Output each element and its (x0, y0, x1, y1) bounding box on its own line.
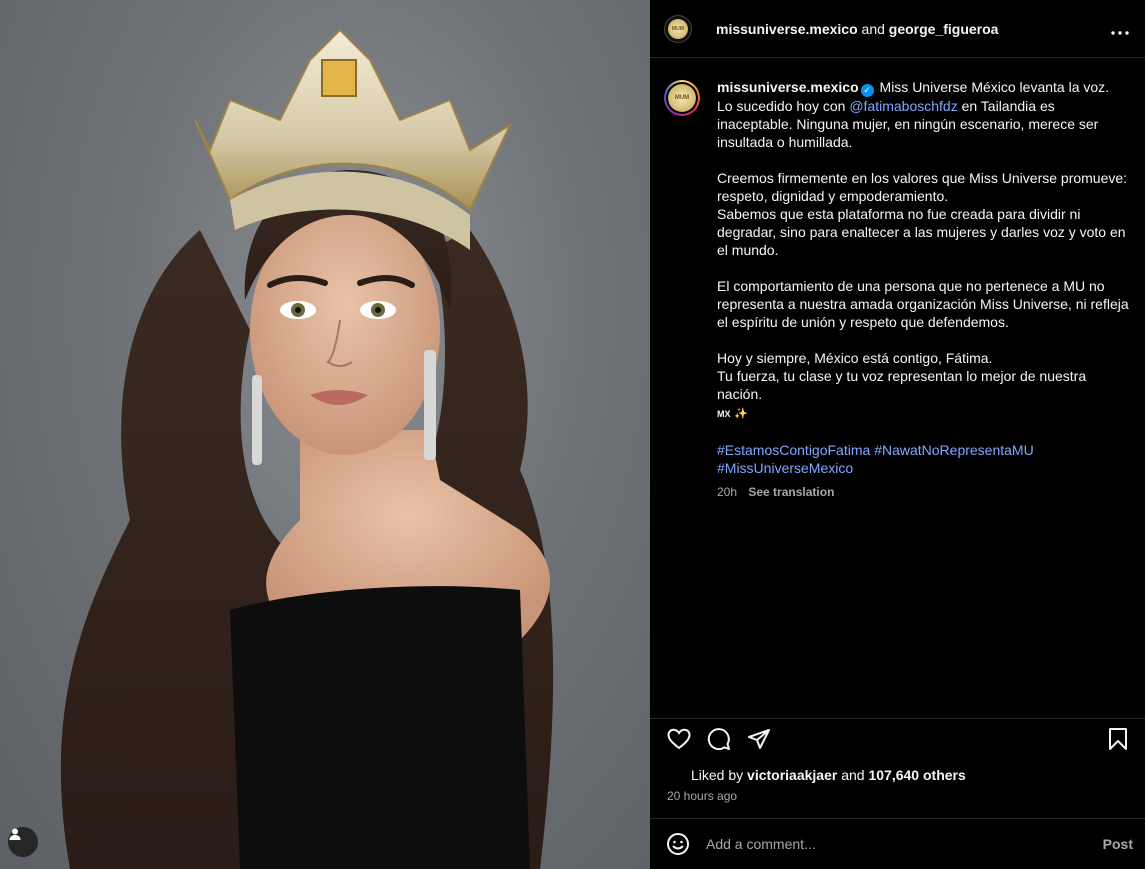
caption-paragraph-4b: Tu fuerza, tu clase y tu voz representan… (717, 367, 1087, 402)
like-button[interactable] (666, 726, 692, 752)
more-options-button[interactable] (1111, 20, 1129, 38)
comment-bar: Post (650, 818, 1145, 869)
smiley-emoji-icon (667, 833, 689, 855)
send-paper-plane-icon (748, 728, 770, 749)
post-timestamp[interactable]: 20 hours ago (667, 789, 737, 803)
caption-username-link[interactable]: missuniverse.mexico (717, 79, 859, 95)
share-button[interactable] (746, 726, 772, 752)
author-avatar[interactable]: MUM (664, 14, 692, 43)
likes-summary[interactable]: Liked by victoriaakjaer and 107,640 othe… (691, 767, 966, 783)
see-translation-button[interactable]: See translation (748, 485, 834, 499)
likes-and: and (841, 767, 865, 783)
more-horizontal-icon (1111, 30, 1129, 35)
portrait-illustration (60, 28, 554, 869)
tagged-users-button[interactable] (8, 827, 38, 857)
post-age: 20h (717, 484, 738, 499)
post-photo[interactable] (0, 0, 650, 869)
author-names: missuniverse.mexico and george_figueroa (716, 21, 998, 37)
caption-line-2-pre: Lo sucedido hoy con (717, 97, 850, 114)
caption-meta: 20h See translation (717, 483, 1131, 501)
liked-by-user-link[interactable]: victoriaakjaer (747, 767, 837, 783)
comment-bubble-icon (707, 727, 730, 750)
caption-avatar[interactable]: MUM (664, 80, 700, 116)
post-side-panel: MUM missuniverse.mexico and george_figue… (650, 0, 1145, 869)
hashtag-link[interactable]: #EstamosContigoFatima (717, 442, 870, 458)
emoji-picker-button[interactable] (666, 832, 690, 856)
likes-count-link[interactable]: 107,640 others (868, 767, 965, 783)
post-actions-bar (650, 718, 1145, 758)
coauthor-username-link[interactable]: george_figueroa (889, 21, 999, 37)
author-conjunction: and (861, 20, 885, 37)
caption-body: missuniverse.mexico ✓ Miss Universe Méxic… (717, 78, 1131, 501)
caption-paragraph-3: El comportamiento de una persona que no … (717, 277, 1129, 330)
caption-avatar-logo: MUM (668, 84, 696, 112)
likes-prefix: Liked by (691, 767, 744, 783)
hashtag-link[interactable]: #NawatNoRepresentaMU (874, 442, 1034, 458)
hashtag-link[interactable]: #MissUniverseMexico (717, 460, 853, 476)
mention-link[interactable]: @fatimaboschfdz (849, 98, 957, 114)
caption-line-1: Miss Universe México levanta la voz. (879, 79, 1110, 95)
caption-paragraph-4a: Hoy y siempre, México está contigo, Fáti… (717, 349, 993, 366)
bookmark-icon (1109, 727, 1127, 750)
heart-icon (667, 728, 691, 749)
post-header: MUM missuniverse.mexico and george_figue… (650, 0, 1145, 58)
user-tag-icon (9, 828, 21, 840)
comment-input[interactable] (706, 836, 1103, 852)
mexico-flag-icon: MX (717, 408, 731, 419)
post-comment-button[interactable]: Post (1103, 836, 1133, 852)
caption-paragraph-2b: Sabemos que esta plataforma no fue cread… (717, 205, 1126, 258)
avatar-logo: MUM (668, 18, 688, 39)
comment-button[interactable] (706, 726, 732, 752)
sparkle-emoji: ✨ (734, 407, 749, 420)
save-button[interactable] (1105, 726, 1131, 752)
caption-paragraph-2: Creemos firmemente en los valores que Mi… (717, 169, 1128, 204)
post-caption: MUM missuniverse.mexico ✓ Miss Universe M… (650, 58, 1145, 501)
verified-badge-icon: ✓ (860, 83, 874, 97)
author-username-link[interactable]: missuniverse.mexico (716, 21, 858, 37)
